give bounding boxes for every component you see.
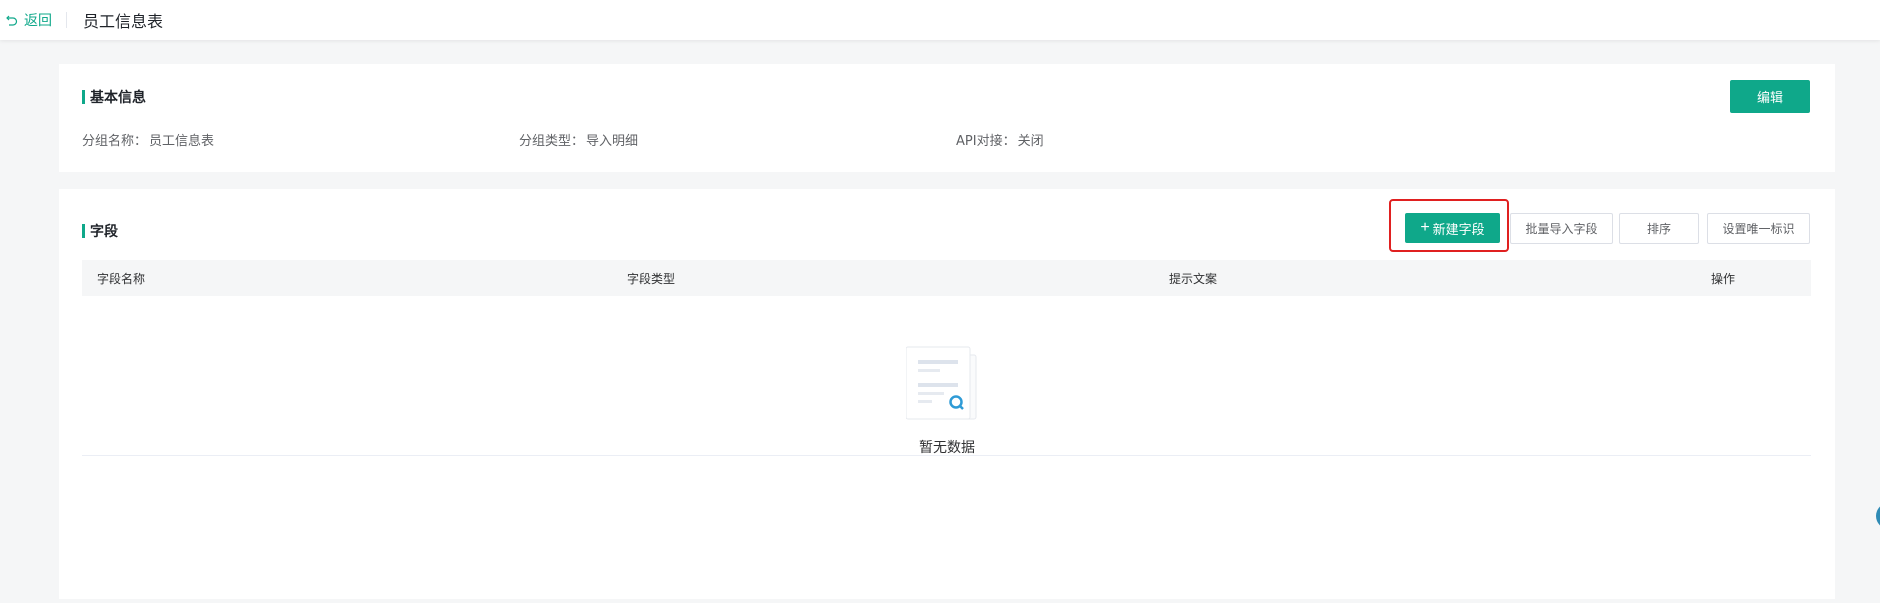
table-header: 字段名称 字段类型 提示文案 操作 — [82, 260, 1811, 296]
api-field: API对接： 关闭 — [956, 130, 1044, 149]
page-title: 员工信息表 — [83, 12, 164, 31]
column-header: 操作 — [1711, 271, 1736, 286]
title-accent-bar — [82, 224, 85, 238]
back-button[interactable]: 返回 — [6, 10, 66, 30]
group-type-value: 导入明细 — [586, 134, 639, 149]
api-label: API对接： — [956, 134, 1016, 149]
group-type-field: 分组类型： 导入明细 — [519, 130, 638, 149]
basic-info-title-text: 基本信息 — [90, 90, 146, 106]
top-bar: 返回 员工信息表 — [0, 0, 1880, 40]
basic-info-card: 基本信息 编辑 分组名称： 员工信息表 分组类型： 导入明细 API对接： 关闭 — [59, 64, 1835, 172]
group-type-label: 分组类型： — [519, 134, 585, 149]
undo-icon — [6, 15, 18, 26]
column-header: 字段名称 — [97, 271, 146, 286]
back-label: 返回 — [24, 13, 52, 29]
fields-card: 字段 + 新建字段 批量导入字段 排序 设置唯一标识 字段名称 字段类型 提示文… — [59, 189, 1835, 599]
sort-button[interactable]: 排序 — [1619, 213, 1699, 244]
header-divider — [66, 12, 67, 28]
plus-icon: + — [1420, 219, 1430, 236]
edit-button[interactable]: 编辑 — [1730, 80, 1810, 113]
unique-id-button[interactable]: 设置唯一标识 — [1707, 213, 1810, 244]
basic-info-row: 分组名称： 员工信息表 分组类型： 导入明细 API对接： 关闭 — [82, 130, 1782, 150]
api-value: 关闭 — [1017, 134, 1044, 149]
group-name-value: 员工信息表 — [149, 134, 215, 149]
column-header: 提示文案 — [1169, 271, 1218, 286]
new-field-button[interactable]: + 新建字段 — [1405, 213, 1500, 243]
group-name-label: 分组名称： — [82, 134, 148, 149]
title-accent-bar — [82, 90, 85, 104]
group-name-field: 分组名称： 员工信息表 — [82, 130, 214, 149]
empty-document-icon — [906, 346, 977, 420]
fields-title: 字段 — [82, 221, 118, 241]
basic-info-title: 基本信息 — [82, 87, 146, 107]
floating-widget-handle[interactable] — [1876, 503, 1880, 529]
table-divider — [82, 455, 1811, 456]
empty-state-text: 暂无数据 — [919, 440, 975, 456]
column-header: 字段类型 — [627, 271, 676, 286]
bulk-import-button[interactable]: 批量导入字段 — [1510, 213, 1613, 244]
fields-title-text: 字段 — [90, 224, 118, 240]
new-field-label: 新建字段 — [1432, 221, 1485, 237]
